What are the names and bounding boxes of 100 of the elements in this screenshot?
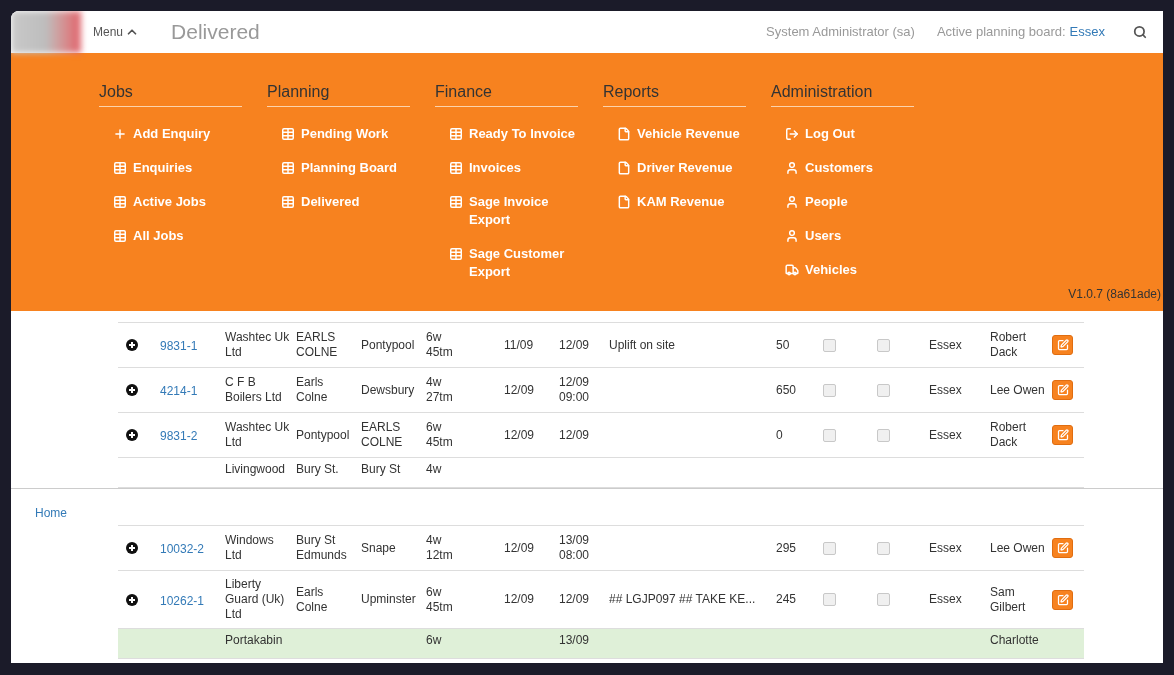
menu-item[interactable]: Ready To Invoice xyxy=(449,125,578,143)
expand-icon[interactable] xyxy=(126,429,138,441)
checkbox[interactable] xyxy=(877,338,890,352)
menu-item[interactable]: Pending Work xyxy=(281,125,410,143)
logout-icon xyxy=(785,127,799,141)
edit-button[interactable] xyxy=(1052,589,1073,610)
menu-item[interactable]: Sage Customer Export xyxy=(449,245,578,281)
duration-cell-text: 4w 27tm xyxy=(426,375,454,405)
delivery-date-cell-text: 13/09 08:00 xyxy=(559,533,591,563)
planning-board-link[interactable]: Essex xyxy=(1069,22,1105,42)
checkbox[interactable] xyxy=(823,593,836,606)
table-icon xyxy=(449,247,463,261)
menu-section-title: Planning xyxy=(267,80,410,107)
menu-item[interactable]: Log Out xyxy=(785,125,914,143)
board-cell-text: Essex xyxy=(929,427,963,443)
menu-item[interactable]: KAM Revenue xyxy=(617,193,746,211)
version-label: V1.0.7 (8a61ade) xyxy=(1068,286,1161,303)
home-link[interactable]: Home xyxy=(35,506,67,520)
menu-item[interactable]: Customers xyxy=(785,159,914,177)
search-icon[interactable] xyxy=(1133,25,1147,39)
expand-icon[interactable] xyxy=(126,384,138,396)
job-link[interactable]: 9831-1 xyxy=(160,339,198,353)
edit-button[interactable] xyxy=(1052,425,1073,445)
edit-icon xyxy=(1056,593,1069,606)
plus-icon xyxy=(113,127,127,141)
board-cell-text: Essex xyxy=(929,337,963,353)
checkbox[interactable] xyxy=(823,383,836,397)
menu-item[interactable]: Enquiries xyxy=(113,159,242,177)
checkbox[interactable] xyxy=(877,593,890,606)
customer-cell-text: Livingwood xyxy=(225,462,287,477)
customer-cell-text: Portakabin xyxy=(225,633,284,648)
menu-item[interactable]: Delivered xyxy=(281,193,410,211)
to-cell-text: EARLS COLNE xyxy=(361,420,404,450)
menu-item[interactable]: Active Jobs xyxy=(113,193,242,211)
duration-cell-text: 6w 45tm xyxy=(426,584,454,615)
expand-icon[interactable] xyxy=(126,339,138,351)
checkbox[interactable] xyxy=(823,541,836,555)
duration-cell-text: 4w xyxy=(426,462,443,477)
quantity-cell-text: 295 xyxy=(776,540,798,556)
menu-toggle[interactable]: Menu xyxy=(93,23,140,41)
menu-item[interactable]: All Jobs xyxy=(113,227,242,245)
driver-cell-text: Lee Owen xyxy=(990,540,1046,556)
delivery-date-cell-text: 12/09 xyxy=(559,427,591,443)
notes-cell-text: Uplift on site xyxy=(609,337,677,353)
user-icon xyxy=(785,229,799,243)
edit-button[interactable] xyxy=(1052,538,1073,558)
job-link[interactable]: 10262-1 xyxy=(160,593,205,608)
from-cell-text: Pontypool xyxy=(296,427,351,443)
menu-item[interactable]: Sage Invoice Export xyxy=(449,193,578,229)
edit-button[interactable] xyxy=(1052,380,1073,400)
driver-cell-text: Sam Gilbert xyxy=(990,584,1027,615)
expand-icon[interactable] xyxy=(126,593,138,606)
collection-date-cell-text: 12/09 xyxy=(504,382,536,398)
menu-item[interactable]: Planning Board xyxy=(281,159,410,177)
driver-cell-text: Charlotte xyxy=(990,633,1040,648)
table-icon xyxy=(113,229,127,243)
quantity-cell-text: 50 xyxy=(776,337,791,353)
checkbox[interactable] xyxy=(823,338,836,352)
edit-icon xyxy=(1056,384,1069,396)
delivery-date-cell-text: 12/09 09:00 xyxy=(559,375,591,405)
file-icon xyxy=(617,127,631,141)
menu-section-title: Jobs xyxy=(99,80,242,107)
page-title: Delivered xyxy=(171,19,260,46)
menu-item[interactable]: Invoices xyxy=(449,159,578,177)
menu-section-title: Administration xyxy=(771,80,914,107)
board-cell-text: Essex xyxy=(929,592,963,607)
user-name: System Administrator (sa) xyxy=(766,23,915,42)
user-icon xyxy=(785,195,799,209)
table-icon xyxy=(113,161,127,175)
table-icon xyxy=(113,195,127,209)
menu-item[interactable]: Add Enquiry xyxy=(113,125,242,143)
menu-item[interactable]: Users xyxy=(785,227,914,245)
menu-item[interactable]: Driver Revenue xyxy=(617,159,746,177)
menu-item[interactable]: People xyxy=(785,193,914,211)
checkbox[interactable] xyxy=(877,541,890,555)
job-link[interactable]: 9831-2 xyxy=(160,429,198,443)
quantity-cell-text: 0 xyxy=(776,427,784,443)
to-cell-text: Pontypool xyxy=(361,337,416,353)
delivery-date-cell-text: 12/09 xyxy=(559,337,591,353)
edit-button[interactable] xyxy=(1052,335,1073,355)
from-cell-text: Bury St. xyxy=(296,462,340,477)
customer-cell-text: Washtec Uk Ltd xyxy=(225,420,291,450)
expand-icon[interactable] xyxy=(126,542,138,554)
table-icon xyxy=(281,161,295,175)
menu-item[interactable]: Vehicle Revenue xyxy=(617,125,746,143)
checkbox[interactable] xyxy=(877,428,890,442)
job-link[interactable]: 4214-1 xyxy=(160,384,198,398)
from-cell-text: Earls Colne xyxy=(296,584,329,615)
from-cell-text: Bury St Edmunds xyxy=(296,533,348,563)
edit-icon xyxy=(1056,542,1069,554)
driver-cell-text: Robert Dack xyxy=(990,330,1028,360)
edit-icon xyxy=(1056,429,1069,441)
table-icon xyxy=(281,195,295,209)
board-cell-text: Essex xyxy=(929,540,963,556)
delivery-date-cell-text: 12/09 xyxy=(559,592,591,607)
checkbox[interactable] xyxy=(823,428,836,442)
job-link[interactable]: 10032-2 xyxy=(160,542,205,556)
to-cell-text: Bury St xyxy=(361,462,402,477)
menu-item[interactable]: Vehicles xyxy=(785,261,914,279)
checkbox[interactable] xyxy=(877,383,890,397)
